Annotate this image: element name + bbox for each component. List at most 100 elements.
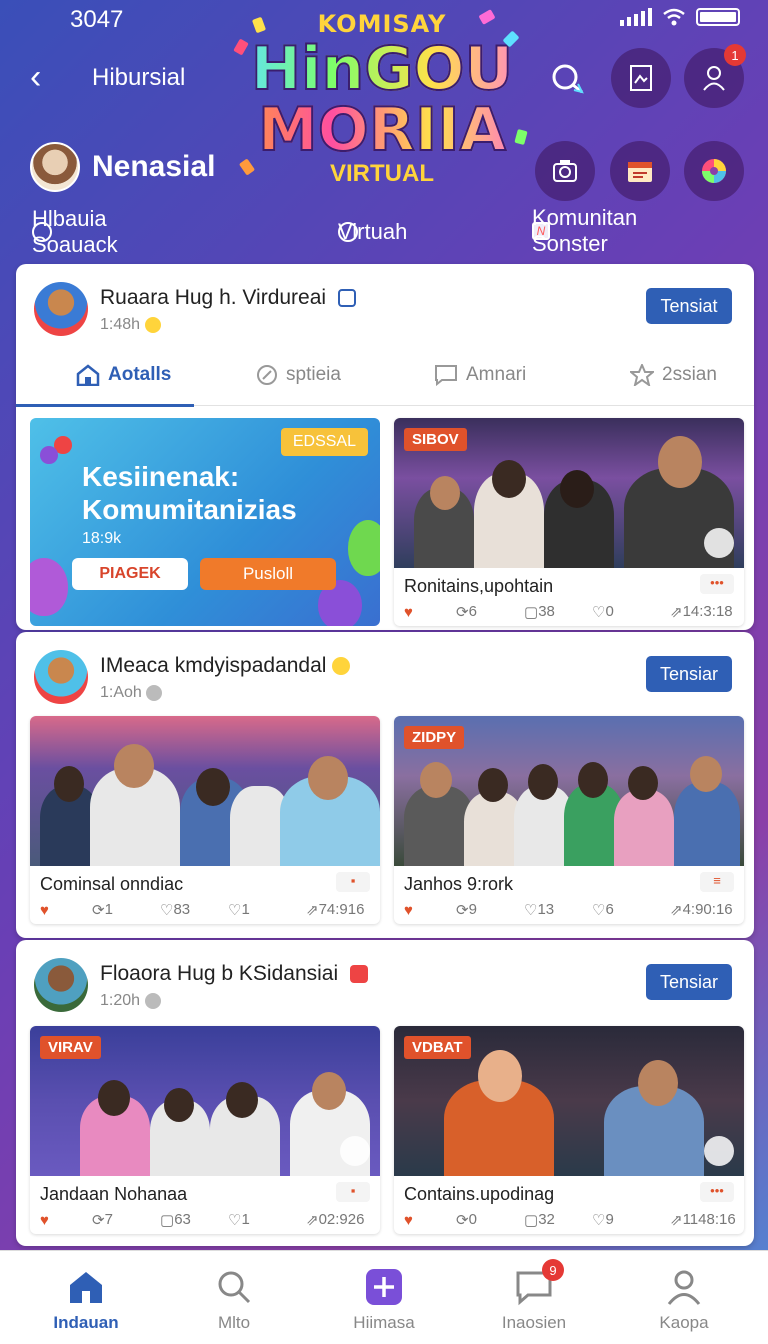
view-count: ⇗ 1148:16	[670, 1211, 736, 1229]
nav-search[interactable]: Mlto	[174, 1251, 294, 1344]
gallery-button[interactable]	[611, 48, 671, 108]
status-time: 3047	[70, 6, 124, 33]
follow-button[interactable]: Tensiat	[646, 288, 732, 324]
tab-2ssian[interactable]: 2ssian	[630, 344, 717, 406]
follow-button[interactable]: Tensiar	[646, 656, 732, 692]
heart-icon[interactable]: ♥	[404, 902, 413, 919]
comment-count[interactable]: ♡ 83	[160, 901, 190, 919]
photo	[30, 716, 380, 866]
tab-sptieia[interactable]: sptieia	[256, 344, 341, 406]
battery-icon	[696, 8, 740, 26]
like-count[interactable]: ♡ 1	[228, 901, 250, 919]
post-time: 1:48h	[100, 316, 161, 334]
home-icon	[76, 364, 100, 386]
subnav-item-right[interactable]: Komunitan Sonster N	[532, 205, 637, 256]
share-count[interactable]: ⟳ 9	[456, 901, 477, 919]
photo-tag: VDBAT	[404, 1036, 471, 1059]
like-count[interactable]: ♡ 6	[592, 901, 614, 919]
nav-profile[interactable]: Kaopa	[624, 1251, 744, 1344]
photo: ZIDPY	[394, 716, 744, 866]
logo-line-2: HinGOU	[232, 37, 532, 101]
view-count: ⇗ 02:926	[306, 1211, 365, 1229]
themes-button[interactable]	[684, 141, 744, 201]
home-icon	[70, 1272, 102, 1303]
promo-secondary-button[interactable]: Pusloll	[200, 558, 336, 590]
comment-count[interactable]: ♡ 13	[524, 901, 554, 919]
color-wheel-icon	[702, 159, 726, 183]
emoji-icon	[332, 657, 351, 676]
globe-icon	[146, 684, 163, 701]
view-count: ⇗ 4:90:16	[670, 901, 733, 919]
avatar[interactable]	[34, 282, 88, 336]
photo-tile[interactable]: VDBAT Contains.upodinag ••• ♥ ⟳ 0 ▢ 32 ♡…	[394, 1026, 744, 1234]
photo-tag: VIRAV	[40, 1036, 101, 1059]
globe-icon	[144, 992, 161, 1009]
notification-badge: 9	[542, 1259, 564, 1281]
promo-banner[interactable]: EDSSAL Kesiinenak: Komumitanizias 18:9k …	[30, 418, 380, 626]
more-icon[interactable]: ≡	[700, 872, 734, 892]
subnav: Hlbauia Soauack Virtuah Komunitan Sonste…	[0, 205, 768, 257]
tab-aotalls[interactable]: Aotalls	[76, 344, 171, 406]
follow-button[interactable]: Tensiar	[646, 964, 732, 1000]
view-count: ⇗ 14:3:18	[670, 603, 733, 621]
photo-tile[interactable]: ZIDPY Janhos 9:rork ≡ ♥ ⟳ 9 ♡ 13 ♡ 6 ⇗ 4…	[394, 716, 744, 924]
subnav-item-center[interactable]: Virtuah	[338, 219, 407, 244]
post-card: IMeaca kmdyispadandal 1:Aoh Tensiar Comi…	[16, 632, 754, 938]
avatar[interactable]	[34, 958, 88, 1012]
calendar-icon	[628, 162, 652, 182]
more-icon[interactable]: ▪	[336, 872, 370, 892]
heart-icon[interactable]: ♥	[40, 1212, 49, 1229]
share-count[interactable]: ⟳ 7	[92, 1211, 113, 1229]
photo-stats: ♥ ⟳ 0 ▢ 32 ♡ 9 ⇗ 1148:16	[394, 1206, 744, 1234]
friend-requests-button[interactable]: 1	[684, 44, 746, 108]
more-icon[interactable]: ▪	[336, 1182, 370, 1202]
comment-count[interactable]: ▢ 38	[524, 603, 555, 621]
heart-icon[interactable]: ♥	[404, 1212, 413, 1229]
photo-tile[interactable]: Cominsal onndiac ▪ ♥ ⟳ 1 ♡ 83 ♡ 1 ⇗ 74:9…	[30, 716, 380, 924]
heart-icon[interactable]: ♥	[404, 604, 413, 621]
share-count[interactable]: ⟳ 6	[456, 603, 477, 621]
balloon-decoration	[40, 446, 58, 464]
search-button[interactable]	[548, 60, 588, 100]
share-count[interactable]: ⟳ 1	[92, 901, 113, 919]
balloon-decoration	[348, 520, 380, 576]
more-icon[interactable]: •••	[700, 574, 734, 594]
avatar[interactable]	[34, 650, 88, 704]
subnav-label: Komunitan Sonster	[532, 205, 638, 256]
photo-tile[interactable]: VIRAV Jandaan Nohanaa ▪ ♥ ⟳ 7 ▢ 63 ♡ 1 ⇗…	[30, 1026, 380, 1234]
like-count[interactable]: ♡ 1	[228, 1211, 250, 1229]
comment-count[interactable]: ▢ 32	[524, 1211, 555, 1229]
more-icon[interactable]: •••	[700, 1182, 734, 1202]
photo-caption: Janhos 9:rork ≡	[394, 866, 744, 896]
tab-amnari[interactable]: Amnari	[434, 344, 526, 406]
profile-header[interactable]: Nenasial	[30, 142, 215, 192]
camera-button[interactable]	[535, 141, 595, 201]
share-count[interactable]: ⟳ 0	[456, 1211, 477, 1229]
nav-create[interactable]: Hiimasa	[324, 1251, 444, 1344]
subnav-item-left[interactable]: Hlbauia Soauack	[32, 206, 118, 257]
photo-caption: Ronitains,upohtain •••	[394, 568, 744, 598]
search-people-icon	[218, 1271, 251, 1304]
like-count[interactable]: ♡ 0	[592, 603, 614, 621]
back-button[interactable]: ‹	[30, 60, 41, 94]
photo-stats: ♥ ⟳ 6 ▢ 38 ♡ 0 ⇗ 14:3:18	[394, 598, 744, 626]
photo-tile[interactable]: SIBOV Ronitains,upohtain ••• ♥ ⟳ 6 ▢ 38 …	[394, 418, 744, 626]
emoji-icon	[144, 316, 161, 333]
heart-icon[interactable]: ♥	[40, 902, 49, 919]
post-tabs: Aotalls sptieia Amnari 2ssian	[16, 344, 754, 407]
photo: VDBAT	[394, 1026, 744, 1176]
promo-primary-button[interactable]: PIAGEK	[72, 558, 188, 590]
post-card: Floaora Hug b KSidansiai 1:20h Tensiar V…	[16, 940, 754, 1246]
nav-messages[interactable]: 9 Inaosien	[474, 1251, 594, 1344]
comment-count[interactable]: ▢ 63	[160, 1211, 191, 1229]
wifi-icon	[663, 8, 685, 26]
tab-indicator	[16, 404, 194, 407]
image-frame-icon	[630, 65, 652, 91]
event-logo: KOMISAY HinGOU MORIIA VIRTUAL	[232, 9, 532, 215]
post-author: IMeaca kmdyispadandal	[100, 654, 351, 678]
nav-home[interactable]: Indauan	[26, 1251, 146, 1344]
calendar-button[interactable]	[610, 141, 670, 201]
profile-name: Nenasial	[92, 150, 216, 183]
photo-icon	[704, 1136, 734, 1166]
like-count[interactable]: ♡ 9	[592, 1211, 614, 1229]
